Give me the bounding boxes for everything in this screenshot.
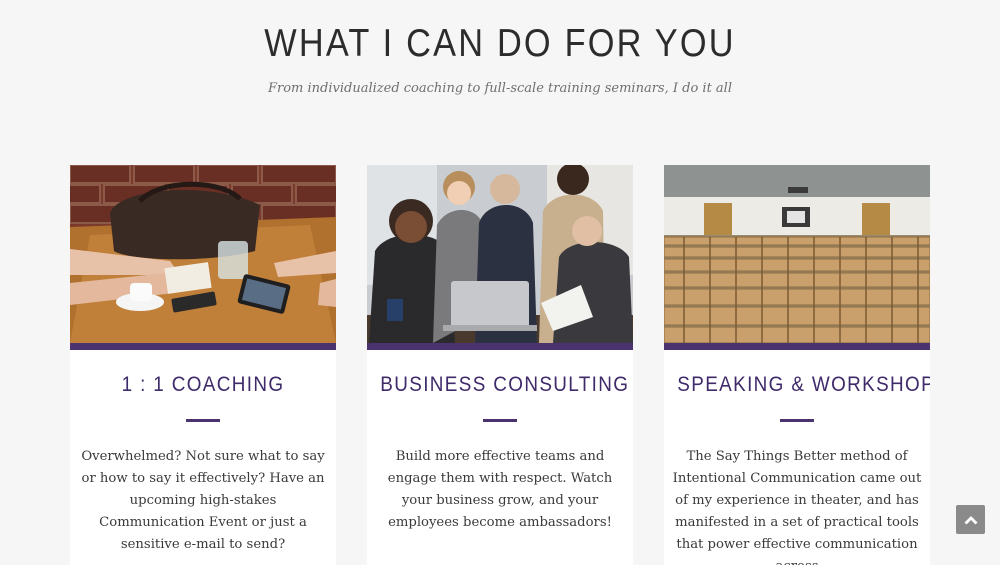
- card-description: Build more effective teams and engage th…: [387, 449, 613, 530]
- card-accent-bar: [70, 343, 336, 350]
- section-title: WHAT I CAN DO FOR YOU: [264, 22, 736, 65]
- back-to-top-button[interactable]: [956, 505, 985, 534]
- card-divider: [780, 419, 814, 422]
- auditorium-photo: [664, 165, 930, 343]
- card-accent-bar: [367, 343, 633, 350]
- service-card-coaching: 1 : 1 COACHING Overwhelmed? Not sure wha…: [70, 165, 336, 565]
- card-title: 1 : 1 COACHING: [121, 373, 285, 396]
- card-description: The Say Things Better method of Intentio…: [672, 449, 922, 565]
- coaching-photo: [70, 165, 336, 343]
- card-title: SPEAKING & WORKSHOPS: [677, 373, 930, 396]
- chevron-up-icon: [964, 515, 977, 524]
- section-subtitle: From individualized coaching to full-sca…: [267, 81, 732, 96]
- consulting-photo: [367, 165, 633, 343]
- card-accent-bar: [664, 343, 930, 350]
- card-description: Overwhelmed? Not sure what to say or how…: [81, 449, 325, 552]
- card-divider: [483, 419, 517, 422]
- service-card-speaking: SPEAKING & WORKSHOPS The Say Things Bett…: [664, 165, 930, 565]
- card-title: BUSINESS CONSULTING: [380, 373, 630, 396]
- card-divider: [186, 419, 220, 422]
- service-card-consulting: BUSINESS CONSULTING Build more effective…: [367, 165, 633, 565]
